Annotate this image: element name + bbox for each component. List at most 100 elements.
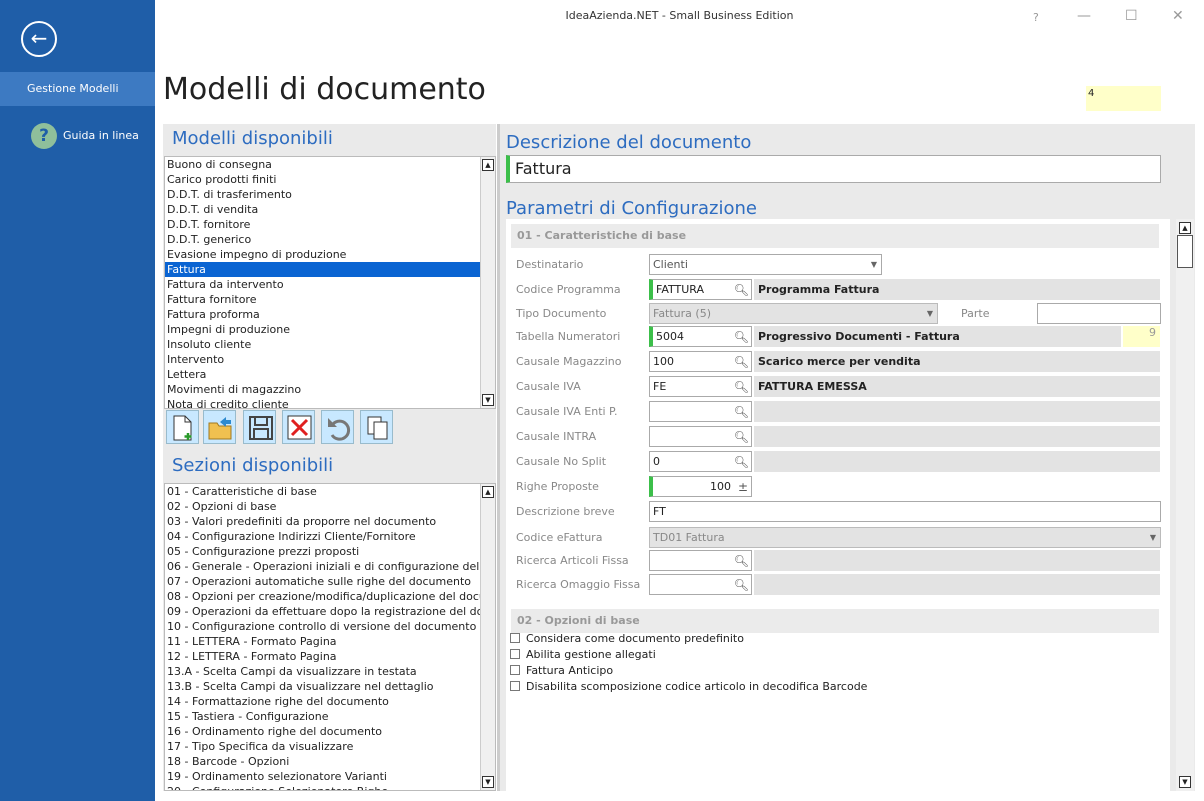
search-icon[interactable]: 🔍︎ — [734, 328, 749, 346]
window-minimize-button[interactable]: — — [1077, 8, 1091, 24]
list-item[interactable]: 20 - Configurazione Selezionatore Righe — [165, 784, 495, 790]
new-file-icon — [173, 415, 192, 441]
tipo-documento-select[interactable]: Fattura (5) ▼ — [649, 303, 938, 324]
option-barcode-checkbox[interactable]: Disabilita scomposizione codice articolo… — [510, 680, 867, 694]
models-scrollbar[interactable]: ▲ ▼ — [480, 157, 495, 408]
undo-button[interactable] — [321, 410, 354, 444]
list-item[interactable]: 03 - Valori predefiniti da proporre nel … — [165, 514, 495, 529]
search-icon[interactable]: 🔍︎ — [734, 552, 749, 570]
sidebar-item-guida-in-linea[interactable]: Guida in linea — [63, 129, 139, 142]
list-item[interactable]: 14 - Formattazione righe del documento — [165, 694, 495, 709]
window-close-button[interactable]: ✕ — [1172, 8, 1184, 24]
search-icon[interactable]: 🔍︎ — [734, 281, 749, 299]
scrollbar-thumb[interactable] — [1177, 235, 1193, 268]
list-item[interactable]: Fattura da intervento — [165, 277, 495, 292]
ricerca-omaggio-label: Ricerca Omaggio Fissa — [511, 574, 641, 595]
scroll-down-icon[interactable]: ▼ — [482, 776, 494, 788]
description-input[interactable]: Fattura — [506, 155, 1161, 183]
list-item[interactable]: Intervento — [165, 352, 495, 367]
list-item[interactable]: Evasione impegno di produzione — [165, 247, 495, 262]
list-item[interactable]: 10 - Configurazione controllo di version… — [165, 619, 495, 634]
open-folder-button[interactable] — [203, 410, 236, 444]
parte-input[interactable] — [1037, 303, 1161, 324]
scroll-down-icon[interactable]: ▼ — [482, 394, 494, 406]
new-document-button[interactable] — [166, 410, 199, 444]
causale-nosplit-input[interactable]: 0 🔍︎ — [649, 451, 752, 472]
descrizione-breve-input[interactable]: FT — [649, 501, 1161, 522]
window-maximize-button[interactable]: ☐ — [1125, 8, 1138, 24]
search-icon[interactable]: 🔍︎ — [734, 403, 749, 421]
counter-badge: 4 — [1086, 86, 1161, 111]
sidebar-item-gestione-modelli[interactable]: Gestione Modelli — [0, 72, 155, 106]
causale-intra-input[interactable]: 🔍︎ — [649, 426, 752, 447]
left-panel: Modelli disponibili Buono di consegna Car… — [163, 124, 496, 791]
causale-iva-input[interactable]: FE 🔍︎ — [649, 376, 752, 397]
list-item[interactable]: 17 - Tipo Specifica da visualizzare — [165, 739, 495, 754]
search-icon[interactable]: 🔍︎ — [734, 576, 749, 594]
list-item[interactable]: 19 - Ordinamento selezionatore Varianti — [165, 769, 495, 784]
list-item[interactable]: D.D.T. generico — [165, 232, 495, 247]
delete-button[interactable] — [282, 410, 315, 444]
scroll-down-icon[interactable]: ▼ — [1179, 776, 1191, 788]
option-anticipo-checkbox[interactable]: Fattura Anticipo — [510, 664, 613, 678]
duplicate-button[interactable] — [360, 410, 393, 444]
help-icon[interactable]: ? — [31, 123, 57, 149]
search-icon[interactable]: 🔍︎ — [734, 453, 749, 471]
ricerca-omaggio-input[interactable]: 🔍︎ — [649, 574, 752, 595]
list-item[interactable]: D.D.T. di vendita — [165, 202, 495, 217]
scroll-up-icon[interactable]: ▲ — [482, 159, 494, 171]
list-item[interactable]: Movimenti di magazzino — [165, 382, 495, 397]
list-item[interactable]: 13.A - Scelta Campi da visualizzare in t… — [165, 664, 495, 679]
search-icon[interactable]: 🔍︎ — [734, 428, 749, 446]
list-item[interactable]: Nota di credito cliente — [165, 397, 495, 408]
list-item[interactable]: Buono di consegna — [165, 157, 495, 172]
list-item[interactable]: 07 - Operazioni automatiche sulle righe … — [165, 574, 495, 589]
list-item[interactable]: 04 - Configurazione Indirizzi Cliente/Fo… — [165, 529, 495, 544]
list-item[interactable]: 08 - Opzioni per creazione/modifica/dupl… — [165, 589, 495, 604]
list-item[interactable]: 18 - Barcode - Opzioni — [165, 754, 495, 769]
open-folder-icon — [208, 417, 232, 440]
causale-iva-enti-input[interactable]: 🔍︎ — [649, 401, 752, 422]
list-item[interactable]: 15 - Tastiera - Configurazione — [165, 709, 495, 724]
righe-proposte-stepper[interactable]: 100 ± — [649, 476, 752, 497]
list-item[interactable]: 05 - Configurazione prezzi proposti — [165, 544, 495, 559]
destinatario-select[interactable]: Clienti ▼ — [649, 254, 882, 275]
list-item[interactable]: 01 - Caratteristiche di base — [165, 484, 495, 499]
causale-magazzino-input[interactable]: 100 🔍︎ — [649, 351, 752, 372]
sections-list[interactable]: 01 - Caratteristiche di base 02 - Opzioni… — [164, 483, 496, 791]
option-allegati-checkbox[interactable]: Abilita gestione allegati — [510, 648, 656, 662]
list-item[interactable]: 02 - Opzioni di base — [165, 499, 495, 514]
config-scrollbar[interactable]: ▲ ▼ — [1176, 219, 1194, 791]
search-icon[interactable]: 🔍︎ — [734, 353, 749, 371]
tabella-numeratori-counter: 9 — [1123, 326, 1160, 347]
codice-programma-input[interactable]: FATTURA 🔍︎ — [649, 279, 752, 300]
list-item[interactable]: Carico prodotti finiti — [165, 172, 495, 187]
sections-scrollbar[interactable]: ▲ ▼ — [480, 484, 495, 790]
search-icon[interactable]: 🔍︎ — [734, 378, 749, 396]
scroll-up-icon[interactable]: ▲ — [1179, 222, 1191, 234]
list-item[interactable]: Fattura proforma — [165, 307, 495, 322]
list-item[interactable]: Impegni di produzione — [165, 322, 495, 337]
plus-minus-icon[interactable]: ± — [738, 478, 748, 496]
list-item[interactable]: 13.B - Scelta Campi da visualizzare nel … — [165, 679, 495, 694]
codice-efattura-select[interactable]: TD01 Fattura ▼ — [649, 527, 1161, 548]
list-item[interactable]: 16 - Ordinamento righe del documento — [165, 724, 495, 739]
back-arrow-icon[interactable]: ← — [21, 21, 57, 57]
list-item[interactable]: D.D.T. fornitore — [165, 217, 495, 232]
list-item[interactable]: 11 - LETTERA - Formato Pagina — [165, 634, 495, 649]
tabella-numeratori-input[interactable]: 5004 🔍︎ — [649, 326, 752, 347]
list-item[interactable]: 06 - Generale - Operazioni iniziali e di… — [165, 559, 495, 574]
list-item[interactable]: 12 - LETTERA - Formato Pagina — [165, 649, 495, 664]
list-item[interactable]: Fattura — [165, 262, 495, 277]
option-predefinito-checkbox[interactable]: Considera come documento predefinito — [510, 632, 744, 646]
list-item[interactable]: D.D.T. di trasferimento — [165, 187, 495, 202]
list-item[interactable]: Lettera — [165, 367, 495, 382]
ricerca-articoli-input[interactable]: 🔍︎ — [649, 550, 752, 571]
list-item[interactable]: 09 - Operazioni da effettuare dopo la re… — [165, 604, 495, 619]
window-help-button[interactable]: ? — [1033, 11, 1039, 24]
models-list[interactable]: Buono di consegna Carico prodotti finiti D… — [164, 156, 496, 409]
save-button[interactable] — [243, 410, 276, 444]
scroll-up-icon[interactable]: ▲ — [482, 486, 494, 498]
list-item[interactable]: Fattura fornitore — [165, 292, 495, 307]
list-item[interactable]: Insoluto cliente — [165, 337, 495, 352]
